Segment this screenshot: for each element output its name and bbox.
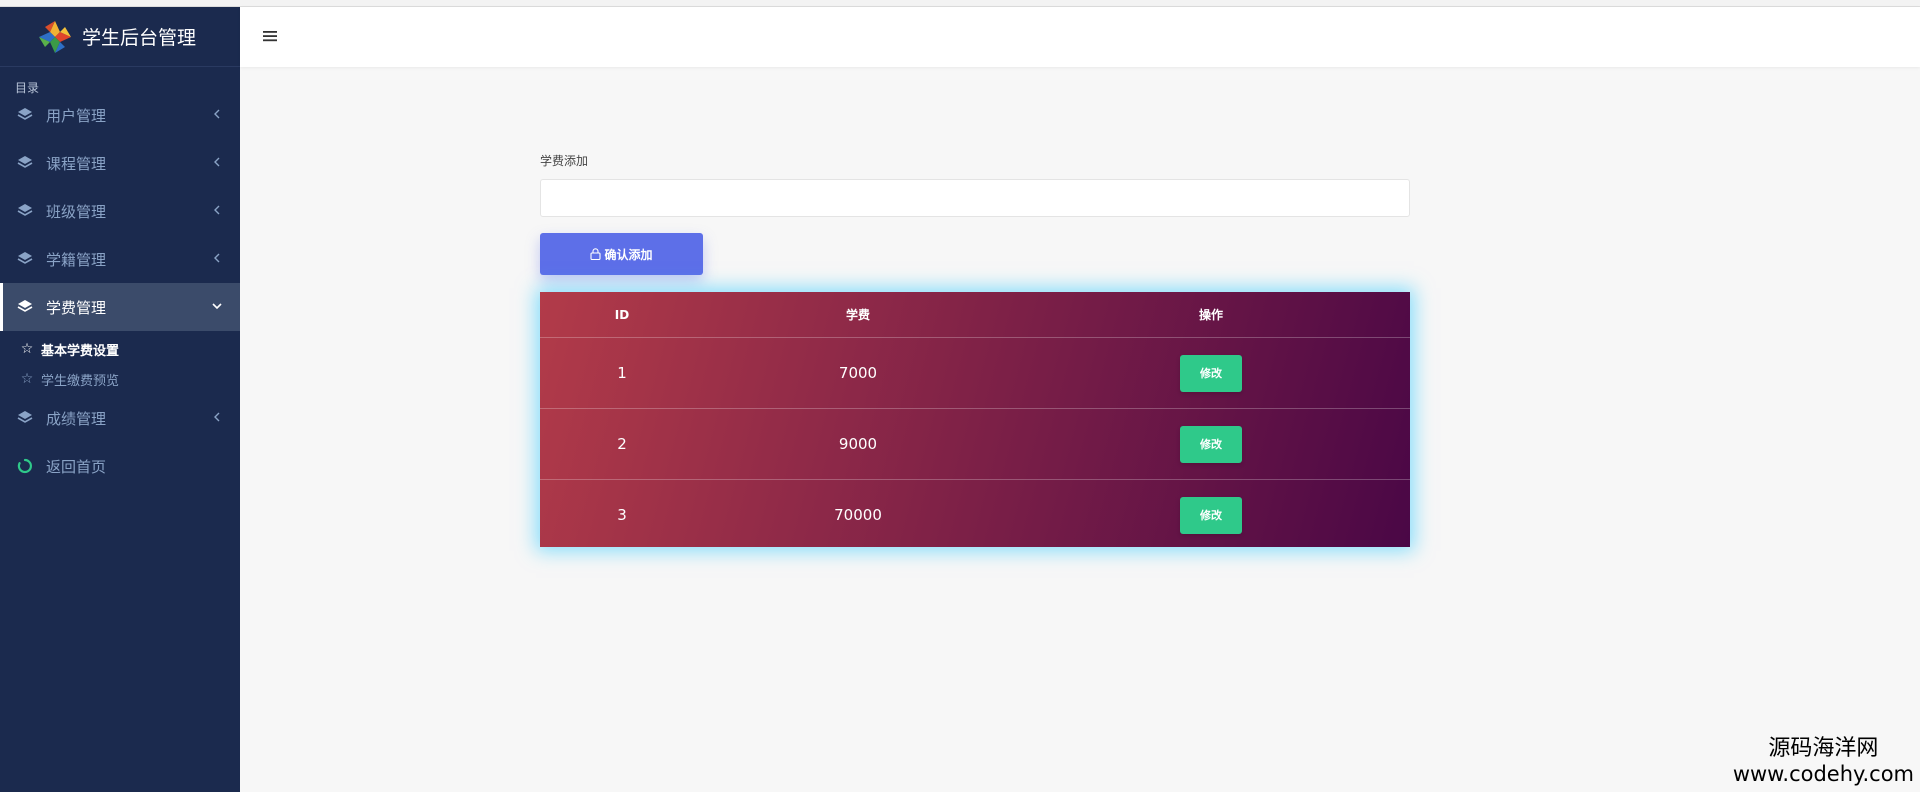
tuition-add-label: 学费添加 [540, 154, 589, 168]
submenu-item-payment-preview[interactable]: ☆ 学生缴费预览 [0, 364, 240, 394]
tuition-input[interactable] [540, 179, 1410, 217]
table-row: 2 9000 修改 [540, 408, 1410, 480]
window-top-border [0, 0, 1920, 7]
star-icon: ☆ [20, 341, 34, 357]
cell-id: 1 [540, 337, 704, 409]
column-header-actions: 操作 [1012, 292, 1410, 338]
sidebar-item-class-management[interactable]: 班级管理 [0, 187, 240, 235]
cell-id: 3 [617, 506, 627, 524]
watermark-text: 源码海洋网 [1768, 736, 1879, 761]
edit-button[interactable]: 修改 [1180, 496, 1242, 534]
layers-icon [16, 409, 34, 427]
sidebar-menu: 用户管理 课程管理 班级管理 学籍管理 学费管理 [0, 91, 240, 331]
loading-circle-icon [16, 457, 34, 475]
cell-actions: 修改 [1012, 408, 1410, 480]
chevron-left-icon [210, 203, 224, 217]
sidebar-item-course-management[interactable]: 课程管理 [0, 139, 240, 187]
brand[interactable]: 学生后台管理 [0, 7, 240, 67]
confirm-add-button[interactable]: 确认添加 [540, 233, 703, 275]
layers-icon [16, 106, 34, 124]
sidebar-menu-bottom: 成绩管理 返回首页 [0, 394, 240, 490]
tuition-table-container: ID 学费 操作 1 7000 修改 2 9000 修改 3 70000 修改 [540, 292, 1410, 547]
sidebar-item-label: 学费管理 [46, 298, 107, 317]
submenu-item-label: 基本学费设置 [41, 343, 120, 359]
sidebar: 学生后台管理 目录 用户管理 课程管理 班级管理 学籍管理 学费管理 ☆ 基本学… [0, 7, 240, 792]
site-watermark: 源码海洋网 www.codehy.com [1733, 736, 1914, 786]
top-header [240, 7, 1920, 67]
edit-button[interactable]: 修改 [1180, 354, 1242, 392]
sidebar-item-label: 返回首页 [46, 457, 107, 476]
sidebar-item-label: 学籍管理 [46, 250, 107, 269]
layers-icon [16, 202, 34, 220]
chevron-left-icon [210, 107, 224, 121]
table-row: 1 7000 修改 [540, 337, 1410, 409]
chevron-down-icon [210, 299, 224, 313]
tuition-table: ID 学费 操作 1 7000 修改 2 9000 修改 3 70000 修改 [540, 292, 1410, 550]
tuition-submenu: ☆ 基本学费设置 ☆ 学生缴费预览 [0, 331, 240, 394]
sidebar-item-enrollment-management[interactable]: 学籍管理 [0, 235, 240, 283]
layers-icon [16, 154, 34, 172]
menu-section-label: 目录 [15, 81, 40, 95]
watermark-url: www.codehy.com [1732, 762, 1914, 786]
chevron-left-icon [210, 410, 224, 424]
confirm-add-label: 确认添加 [604, 247, 653, 262]
table-row: 3 70000 修改 [540, 480, 1410, 551]
sidebar-item-tuition-management[interactable]: 学费管理 [0, 283, 240, 331]
cell-fee: 7000 [704, 337, 1012, 409]
sidebar-item-label: 成绩管理 [46, 409, 107, 428]
sidebar-item-label: 课程管理 [46, 154, 107, 173]
sidebar-item-user-management[interactable]: 用户管理 [0, 91, 240, 139]
layers-icon [16, 298, 34, 316]
star-icon: ☆ [20, 371, 34, 387]
table-header-row: ID 学费 操作 [540, 292, 1410, 338]
submenu-item-label: 学生缴费预览 [41, 373, 120, 389]
cell-fee: 70000 [834, 506, 882, 524]
sidebar-item-return-home[interactable]: 返回首页 [0, 442, 240, 490]
column-header-id: ID [540, 292, 704, 338]
submenu-item-basic-tuition-settings[interactable]: ☆ 基本学费设置 [0, 334, 240, 364]
brand-logo-icon [39, 20, 71, 53]
cell-id: 2 [540, 408, 704, 480]
sidebar-item-label: 班级管理 [46, 202, 107, 221]
chevron-left-icon [210, 251, 224, 265]
chevron-left-icon [210, 155, 224, 169]
cell-actions: 修改 [1012, 480, 1410, 551]
edit-button[interactable]: 修改 [1180, 425, 1242, 463]
layers-icon [16, 250, 34, 268]
brand-title: 学生后台管理 [82, 27, 197, 49]
column-header-fee: 学费 [704, 292, 1012, 338]
hamburger-menu-icon[interactable] [262, 29, 278, 43]
sidebar-item-grade-management[interactable]: 成绩管理 [0, 394, 240, 442]
cell-fee: 9000 [704, 408, 1012, 480]
sidebar-item-label: 用户管理 [46, 106, 107, 125]
lock-icon [590, 248, 602, 260]
cell-actions: 修改 [1012, 337, 1410, 409]
